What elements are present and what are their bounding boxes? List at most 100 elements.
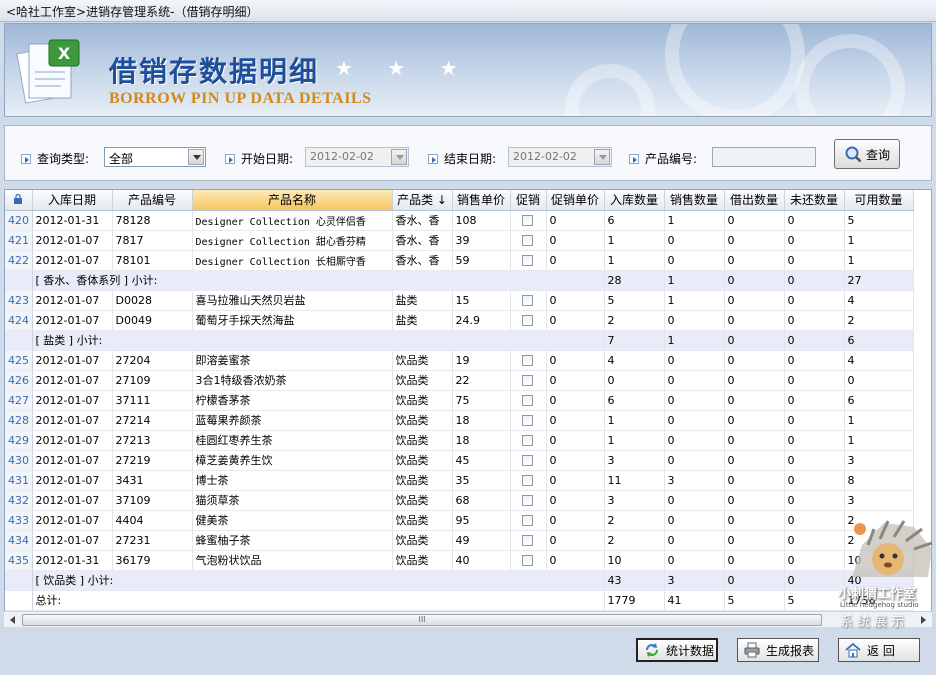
table-row[interactable]: 424 2012-01-07 D0049 葡萄牙手採天然海盐 盐类 24.9 0 2 0 0 0 2	[5, 310, 914, 331]
details-grid[interactable]: 入库日期 产品编号 产品名称 产品类 ↓ 销售单价 促销 促销单价 入库数量 销…	[4, 189, 932, 627]
cell-avail: 1	[844, 250, 914, 271]
cell-avail: 4	[844, 290, 914, 311]
table-row[interactable]: 434 2012-01-07 27231 蜂蜜柚子茶 饮品类 49 0 2 0 0 0 2	[5, 530, 914, 551]
cell-product-code: 27231	[112, 530, 193, 551]
scroll-left-icon[interactable]	[6, 613, 20, 627]
cell-unret: 0	[784, 530, 845, 551]
stats-button[interactable]: 统计数据	[636, 638, 718, 662]
cell-sale: 3	[664, 470, 725, 491]
promo-checkbox[interactable]	[521, 475, 533, 486]
row-number[interactable]: 435	[5, 550, 33, 571]
promo-checkbox[interactable]	[521, 315, 533, 326]
col-header[interactable]: 销售单价	[452, 190, 511, 211]
promo-checkbox[interactable]	[521, 295, 533, 306]
promo-checkbox[interactable]	[521, 435, 533, 446]
dropdown-arrow-icon[interactable]	[391, 149, 407, 165]
cell-product-code: D0028	[112, 290, 193, 311]
cell-product-code: 27214	[112, 410, 193, 431]
cell-promo-price: 0	[546, 430, 605, 451]
row-number[interactable]: 434	[5, 530, 33, 551]
total-row[interactable]: 总计: 1779 41 5 5 1736	[5, 590, 914, 611]
row-number[interactable]: 424	[5, 310, 33, 331]
col-header[interactable]: 促销单价	[546, 190, 605, 211]
promo-checkbox[interactable]	[521, 455, 533, 466]
table-row[interactable]: 433 2012-01-07 4404 健美茶 饮品类 95 0 2 0 0 0 2	[5, 510, 914, 531]
row-number[interactable]: 423	[5, 290, 33, 311]
table-row[interactable]: 430 2012-01-07 27219 樟芝姜黄养生饮 饮品类 45 0 3 0 0 0 3	[5, 450, 914, 471]
row-number[interactable]	[5, 270, 33, 291]
table-row[interactable]: 423 2012-01-07 D0028 喜马拉雅山天然贝岩盐 盐类 15 0 5 1 0 0 4	[5, 290, 914, 311]
row-number[interactable]	[5, 590, 33, 611]
col-header[interactable]: 可用数量	[844, 190, 914, 211]
promo-checkbox[interactable]	[521, 235, 533, 246]
promo-checkbox[interactable]	[521, 215, 533, 226]
subtotal-row[interactable]: [ 香水、香体系列 ] 小计: 28 1 0 0 27	[5, 270, 914, 291]
dropdown-arrow-icon[interactable]	[594, 149, 610, 165]
promo-checkbox[interactable]	[521, 535, 533, 546]
home-icon	[845, 642, 861, 658]
generate-report-button[interactable]: 生成报表	[737, 638, 819, 662]
start-date-picker[interactable]: 2012-02-02	[305, 147, 409, 167]
product-code-input[interactable]	[712, 147, 816, 167]
row-selector-header[interactable]	[5, 190, 33, 211]
row-number[interactable]: 422	[5, 250, 33, 271]
row-number[interactable]: 429	[5, 430, 33, 451]
query-type-select[interactable]: 全部	[104, 147, 206, 167]
end-date-picker[interactable]: 2012-02-02	[508, 147, 612, 167]
table-row[interactable]: 428 2012-01-07 27214 蓝莓果养颜茶 饮品类 18 0 1 0 0 0 1	[5, 410, 914, 431]
table-row[interactable]: 426 2012-01-07 27109 3合1特级香浓奶茶 饮品类 22 0 0 0 0 0 0	[5, 370, 914, 391]
row-number[interactable]: 425	[5, 350, 33, 371]
col-header-sorted[interactable]: 产品类 ↓	[392, 190, 453, 211]
cell-in: 11	[604, 470, 665, 491]
promo-checkbox[interactable]	[521, 395, 533, 406]
row-number[interactable]: 430	[5, 450, 33, 471]
dropdown-arrow-icon[interactable]	[188, 149, 204, 165]
table-row[interactable]: 420 2012-01-31 78128 Designer Collection 心灵…	[5, 210, 914, 231]
table-row[interactable]: 431 2012-01-07 3431 博士茶 饮品类 35 0 11 3 0 0 8	[5, 470, 914, 491]
subtotal-row[interactable]: [ 饮品类 ] 小计: 43 3 0 0 40	[5, 570, 914, 591]
table-row[interactable]: 432 2012-01-07 37109 猫须草茶 饮品类 68 0 3 0 0 0 3	[5, 490, 914, 511]
promo-checkbox[interactable]	[521, 255, 533, 266]
subtotal-row[interactable]: [ 盐类 ] 小计: 7 1 0 0 6	[5, 330, 914, 351]
table-row[interactable]: 429 2012-01-07 27213 桂圆红枣养生茶 饮品类 18 0 1 0 0 0 1	[5, 430, 914, 451]
cell-sale: 0	[664, 230, 725, 251]
promo-checkbox[interactable]	[521, 515, 533, 526]
col-header[interactable]: 促销	[510, 190, 547, 211]
scroll-thumb[interactable]: III	[22, 614, 822, 626]
row-number[interactable]	[5, 570, 33, 591]
back-button[interactable]: 返 回	[838, 638, 920, 662]
row-number[interactable]: 428	[5, 410, 33, 431]
col-header[interactable]: 借出数量	[724, 190, 785, 211]
table-row[interactable]: 435 2012-01-31 36179 气泡粉状饮品 饮品类 40 0 10 0 0 0 10	[5, 550, 914, 571]
cell-price: 49	[452, 530, 511, 551]
col-header[interactable]: 产品编号	[112, 190, 193, 211]
table-row[interactable]: 422 2012-01-07 78101 Designer Collection 长相…	[5, 250, 914, 271]
col-header-selected[interactable]: 产品名称	[192, 190, 393, 211]
table-row[interactable]: 427 2012-01-07 37111 柠檬香茅茶 饮品类 75 0 6 0 0 0 6	[5, 390, 914, 411]
horizontal-scrollbar[interactable]: III	[4, 611, 932, 627]
row-number[interactable]: 431	[5, 470, 33, 491]
table-row[interactable]: 425 2012-01-07 27204 即溶姜蜜茶 饮品类 19 0 4 0 0 0 4	[5, 350, 914, 371]
promo-checkbox[interactable]	[521, 415, 533, 426]
printer-icon	[744, 642, 760, 658]
cell-promo	[510, 310, 547, 331]
col-header[interactable]: 入库数量	[604, 190, 665, 211]
promo-checkbox[interactable]	[521, 375, 533, 386]
promo-checkbox[interactable]	[521, 355, 533, 366]
start-date-label: 开始日期:	[225, 150, 293, 167]
promo-checkbox[interactable]	[521, 495, 533, 506]
row-number[interactable]: 427	[5, 390, 33, 411]
col-header[interactable]: 未还数量	[784, 190, 845, 211]
row-number[interactable]: 421	[5, 230, 33, 251]
table-row[interactable]: 421 2012-01-07 7817 Designer Collection 甜心香…	[5, 230, 914, 251]
row-number[interactable]: 432	[5, 490, 33, 511]
row-number[interactable]: 426	[5, 370, 33, 391]
cell-unret: 0	[784, 570, 845, 591]
row-number[interactable]: 420	[5, 210, 33, 231]
promo-checkbox[interactable]	[521, 555, 533, 566]
row-number[interactable]	[5, 330, 33, 351]
col-header[interactable]: 销售数量	[664, 190, 725, 211]
col-header[interactable]: 入库日期	[32, 190, 113, 211]
row-number[interactable]: 433	[5, 510, 33, 531]
query-button[interactable]: 查询	[834, 139, 900, 169]
